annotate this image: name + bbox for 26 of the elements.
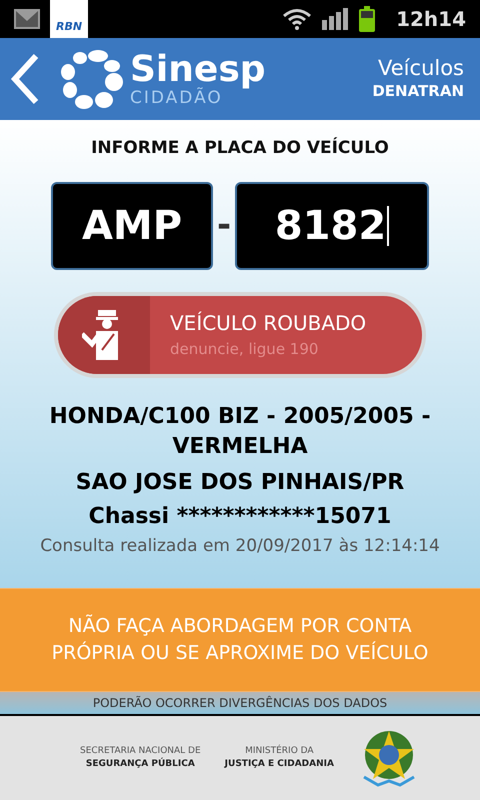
footer-org-name: SEGURANÇA PÚBLICA	[86, 758, 195, 771]
battery-icon	[358, 6, 376, 32]
footer-org-name: JUSTIÇA E CIDADANIA	[224, 758, 334, 771]
plate-numbers-field[interactable]: 8182	[235, 182, 429, 270]
vehicle-chassis: Chassi ************15071	[88, 502, 392, 530]
plate-letters-field[interactable]: AMP	[51, 182, 213, 270]
footer-org-line: MINISTÉRIO DA	[245, 744, 314, 758]
section-title: Veículos	[378, 56, 464, 80]
footer-org-line: SECRETARIA NACIONAL DE	[80, 744, 201, 758]
stolen-vehicle-button[interactable]: VEÍCULO ROUBADO denuncie, ligue 190	[54, 292, 426, 378]
plate-separator: -	[217, 204, 231, 247]
agency-name: DENATRAN	[372, 80, 464, 102]
mail-icon	[14, 9, 40, 29]
wifi-icon	[282, 8, 312, 30]
vehicle-model: HONDA/C100 BIZ - 2005/2005 - VERMELHA	[48, 402, 432, 460]
brand-subtitle: CIDADÃO	[130, 89, 223, 107]
brand-name: Sinesp	[130, 51, 266, 89]
signal-icon	[322, 8, 348, 30]
form-title: INFORME A PLACA DO VEÍCULO	[91, 136, 389, 160]
notification-app-icon: RBN	[50, 0, 88, 38]
warning-banner: NÃO FAÇA ABORDAGEM POR CONTA PRÓPRIA OU SE APROXIME DO VEÍCULO	[0, 588, 480, 692]
logo-icon	[58, 48, 124, 110]
clock-time: 12h14	[396, 6, 466, 33]
vehicle-city: SAO JOSE DOS PINHAIS/PR	[76, 468, 404, 496]
query-time: Consulta realizada em 20/09/2017 às 12:14:14	[40, 534, 440, 558]
disclaimer-bar: PODERÃO OCORRER DIVERGÊNCIAS DOS DADOS	[0, 692, 480, 716]
